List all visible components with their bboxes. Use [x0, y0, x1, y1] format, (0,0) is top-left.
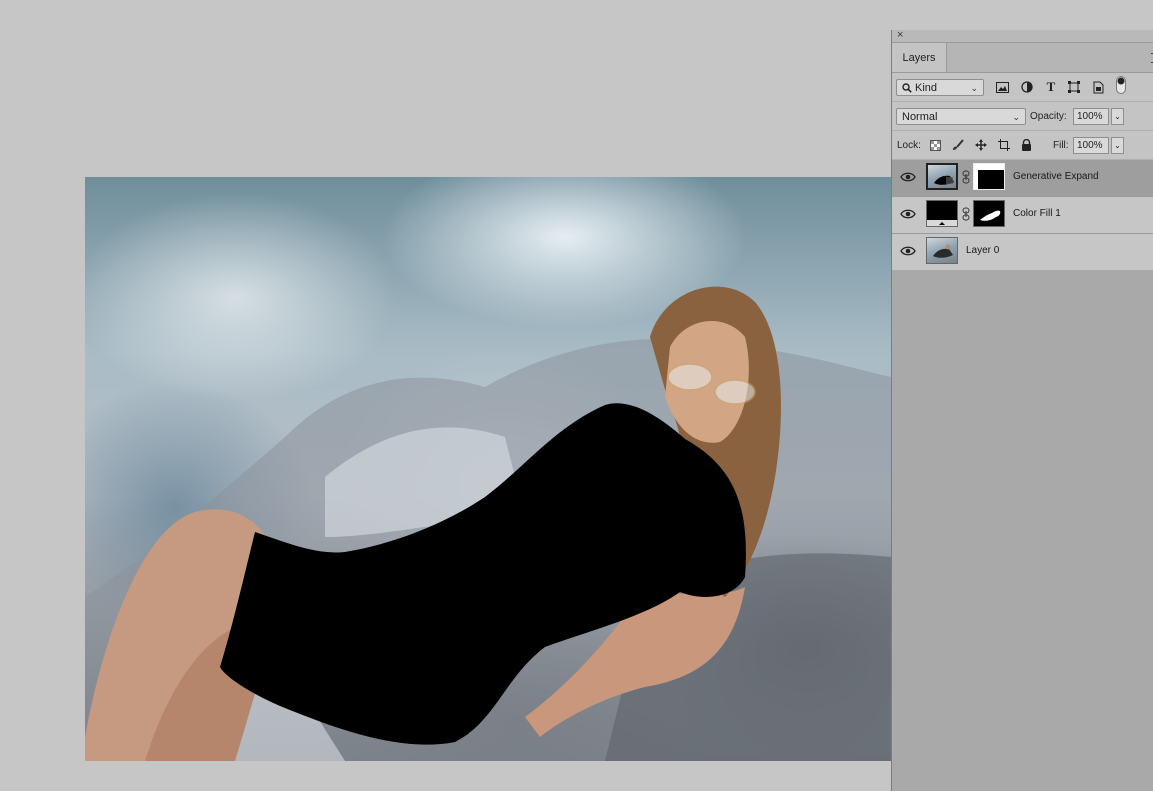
document-canvas[interactable] — [85, 177, 891, 761]
shape-filter-icon[interactable] — [1067, 80, 1081, 94]
fill-layer-thumbnail[interactable] — [926, 200, 958, 227]
link-icon[interactable] — [962, 170, 970, 184]
tab-layers[interactable]: Layers — [892, 43, 947, 72]
visibility-eye-icon[interactable] — [900, 171, 916, 183]
layer-name[interactable]: Layer 0 — [966, 245, 999, 256]
lock-artboard-icon[interactable] — [997, 138, 1011, 152]
visibility-eye-icon[interactable] — [900, 208, 916, 220]
filter-toggle-icon[interactable] — [1114, 76, 1128, 94]
blend-mode-select[interactable]: Normal ⌄ — [896, 108, 1026, 125]
layer-thumbnail[interactable] — [926, 237, 958, 264]
smart-object-filter-icon[interactable] — [1091, 80, 1105, 94]
layer-name[interactable]: Generative Expand — [1013, 171, 1099, 182]
link-icon[interactable] — [962, 207, 970, 221]
lock-label: Lock: — [897, 140, 921, 151]
lock-fill-row: Lock: Fill: 100% ⌄ — [892, 131, 1153, 160]
filter-kind-label: Kind — [915, 81, 938, 94]
layer-mask-thumbnail[interactable] — [973, 163, 1005, 190]
blend-mode-value: Normal — [902, 110, 938, 123]
layer-mask-thumbnail[interactable] — [973, 200, 1005, 227]
layer-name[interactable]: Color Fill 1 — [1013, 208, 1061, 219]
lock-position-icon[interactable] — [974, 138, 988, 152]
lock-all-icon[interactable] — [1019, 138, 1033, 152]
opacity-label: Opacity: — [1030, 111, 1067, 122]
visibility-eye-icon[interactable] — [900, 245, 916, 257]
type-filter-icon[interactable]: T — [1044, 79, 1058, 94]
layers-panel: × Layers Kind ⌄ T Normal ⌄ Opacity: 100%… — [891, 29, 1153, 791]
filter-kind-select[interactable]: Kind ⌄ — [896, 79, 984, 96]
chevron-down-icon: ⌄ — [970, 83, 978, 93]
fill-input[interactable]: 100% — [1073, 137, 1109, 154]
search-icon — [902, 82, 912, 93]
chevron-down-icon: ⌄ — [1012, 112, 1020, 122]
layer-filter-row: Kind ⌄ T — [892, 73, 1153, 102]
adjustment-filter-icon[interactable] — [1020, 80, 1034, 94]
layer-thumbnail[interactable] — [926, 163, 958, 190]
opacity-dropdown-icon[interactable]: ⌄ — [1111, 108, 1124, 125]
photo-image — [85, 286, 891, 761]
panel-tab-bar: Layers — [892, 43, 1153, 73]
fill-label: Fill: — [1053, 140, 1069, 151]
opacity-input[interactable]: 100% — [1073, 108, 1109, 125]
image-filter-icon[interactable] — [995, 80, 1009, 94]
lock-transparent-pixels-icon[interactable] — [928, 138, 942, 152]
panel-title-bar: × — [892, 29, 1153, 43]
blend-opacity-row: Normal ⌄ Opacity: 100% ⌄ — [892, 102, 1153, 131]
layer-row-layer-0[interactable]: Layer 0 — [892, 234, 1153, 271]
fill-dropdown-icon[interactable]: ⌄ — [1111, 137, 1124, 154]
close-icon[interactable]: × — [897, 29, 903, 42]
lock-image-pixels-icon[interactable] — [951, 138, 965, 152]
layer-row-generative-expand[interactable]: Generative Expand — [892, 160, 1153, 197]
layer-row-color-fill-1[interactable]: Color Fill 1 — [892, 197, 1153, 234]
layers-list-empty-area — [892, 270, 1153, 791]
